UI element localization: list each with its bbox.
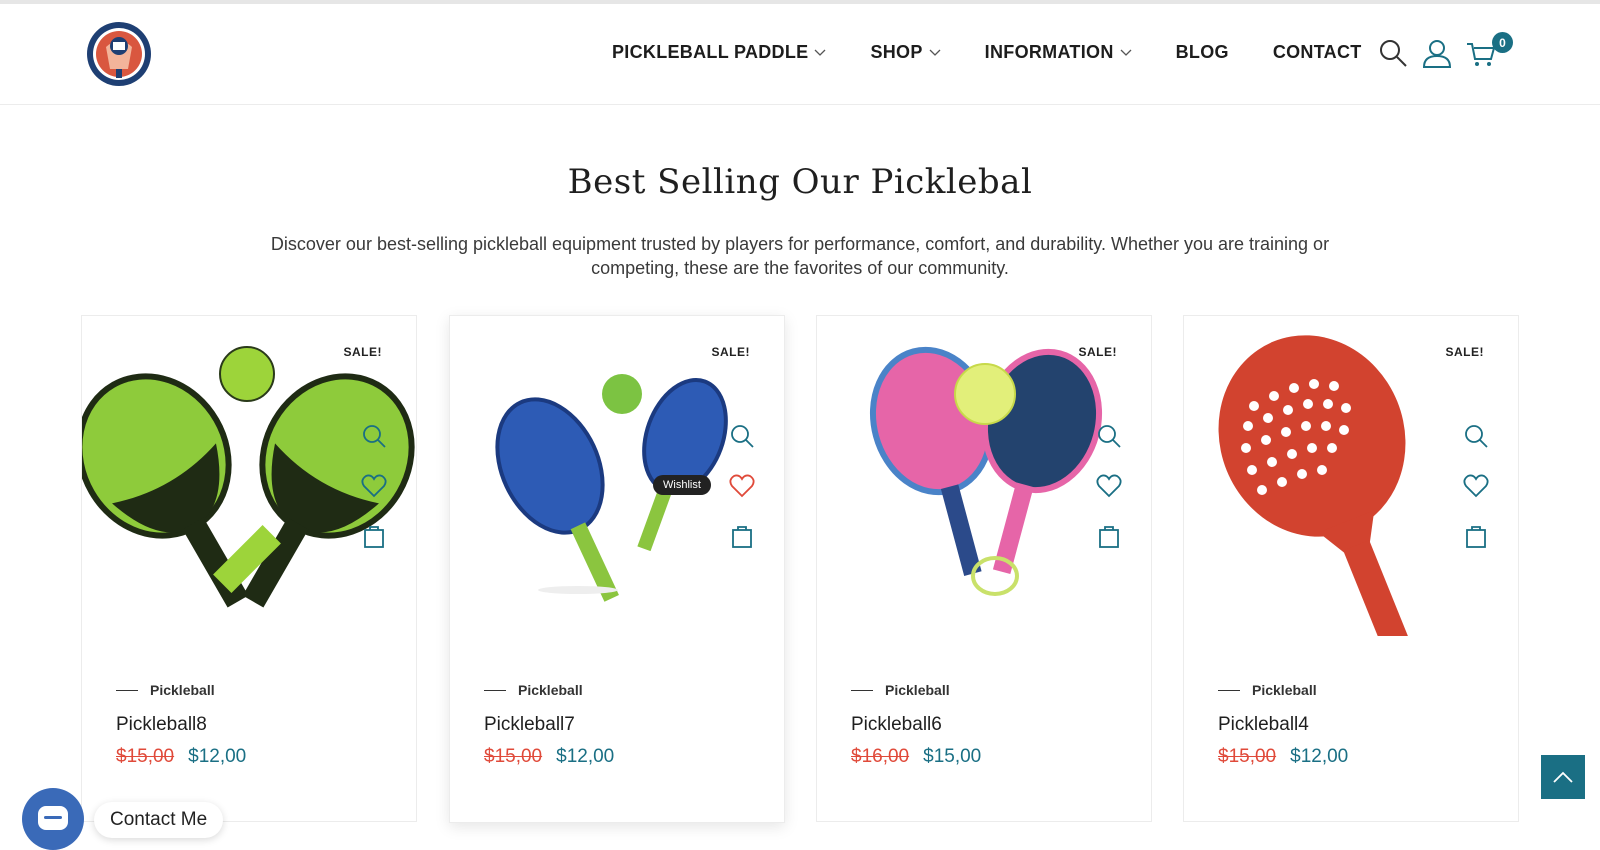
product-name[interactable]: Pickleball4: [1218, 714, 1309, 736]
sale-price: $12,00: [1290, 746, 1349, 767]
wishlist-heart-icon[interactable]: [1096, 473, 1122, 499]
category-dash: [1218, 689, 1240, 691]
chevron-down-icon: [1120, 49, 1132, 56]
chevron-down-icon: [929, 49, 941, 56]
category-dash: [116, 689, 138, 691]
wishlist-heart-icon[interactable]: [361, 473, 387, 499]
chat-icon: [38, 806, 68, 830]
product-price: $16,00 $15,00: [851, 746, 981, 768]
product-name[interactable]: Pickleball8: [116, 714, 207, 736]
user-icon[interactable]: [1422, 38, 1452, 68]
product-price: $15,00 $12,00: [484, 746, 614, 768]
product-category: Pickleball: [484, 682, 583, 698]
product-actions: Wishlist: [653, 423, 755, 573]
sale-price: $12,00: [188, 746, 247, 767]
old-price: $15,00: [484, 746, 543, 767]
product-actions: [1463, 423, 1489, 573]
contact-me-label[interactable]: Contact Me: [94, 802, 224, 838]
site-logo[interactable]: [86, 21, 152, 87]
category-label[interactable]: Pickleball: [518, 682, 583, 698]
nav-pickleball-paddle[interactable]: PICKLEBALL PADDLE: [612, 42, 826, 63]
add-to-cart-bag-icon[interactable]: [729, 523, 755, 549]
wishlist-heart-icon[interactable]: [1463, 473, 1489, 499]
nav-shop[interactable]: SHOP: [870, 42, 941, 63]
category-label[interactable]: Pickleball: [150, 682, 215, 698]
nav-label: SHOP: [870, 42, 923, 62]
product-actions: [1096, 423, 1122, 573]
old-price: $15,00: [1218, 746, 1277, 767]
wishlist-tooltip: Wishlist: [653, 475, 711, 495]
nav-label: BLOG: [1175, 42, 1229, 62]
nav-blog[interactable]: BLOG: [1176, 42, 1229, 63]
add-to-cart-bag-icon[interactable]: [1096, 523, 1122, 549]
nav-label: PICKLEBALL PADDLE: [612, 42, 809, 62]
quick-view-icon[interactable]: [729, 423, 755, 449]
section-description: Discover our best-selling pickleball equ…: [270, 234, 1330, 278]
category-dash: [851, 689, 873, 691]
nav-information[interactable]: INFORMATION: [985, 42, 1132, 63]
chevron-up-icon: [1553, 771, 1573, 783]
product-category: Pickleball: [851, 682, 950, 698]
wishlist-wrapper: Wishlist: [653, 473, 755, 523]
product-price: $15,00 $12,00: [1218, 746, 1348, 768]
quick-view-icon[interactable]: [1463, 423, 1489, 449]
old-price: $16,00: [851, 746, 910, 767]
product-category: Pickleball: [116, 682, 215, 698]
product-name[interactable]: Pickleball7: [484, 714, 575, 736]
section-title: Best Selling Our Picklebal: [567, 162, 1033, 202]
quick-view-icon[interactable]: [1096, 423, 1122, 449]
product-category: Pickleball: [1218, 682, 1317, 698]
nav-contact[interactable]: CONTACT: [1273, 42, 1362, 63]
search-icon[interactable]: [1378, 38, 1408, 68]
cart-button[interactable]: 0: [1466, 32, 1513, 68]
product-card[interactable]: SALE! Wishlist Pickleball Pickleball7 $1…: [449, 315, 785, 823]
header-icons: 0: [1378, 32, 1513, 68]
cart-count-badge: 0: [1492, 32, 1513, 53]
nav-label: INFORMATION: [984, 42, 1114, 62]
old-price: $15,00: [116, 746, 175, 767]
category-dash: [484, 689, 506, 691]
sale-price: $12,00: [556, 746, 615, 767]
product-name[interactable]: Pickleball6: [851, 714, 942, 736]
quick-view-icon[interactable]: [361, 423, 387, 449]
wishlist-heart-icon[interactable]: [729, 473, 755, 499]
site-header: PICKLEBALL PADDLE SHOP INFORMATION BLOG …: [0, 4, 1600, 105]
category-label[interactable]: Pickleball: [885, 682, 950, 698]
back-to-top-button[interactable]: [1541, 755, 1585, 799]
product-card[interactable]: SALE! Pickleball Pickleball6 $16,00 $15,0…: [816, 315, 1152, 822]
product-actions: [361, 423, 387, 573]
product-card[interactable]: SALE! Pickleball Pickleball8 $15,00 $12,0…: [81, 315, 417, 822]
add-to-cart-bag-icon[interactable]: [361, 523, 387, 549]
main-nav: PICKLEBALL PADDLE SHOP INFORMATION BLOG …: [612, 42, 1406, 63]
product-card[interactable]: SALE! Pickleball Pickleball4 $15,00 $12,0…: [1183, 315, 1519, 822]
chevron-down-icon: [814, 49, 826, 56]
product-price: $15,00 $12,00: [116, 746, 246, 768]
category-label[interactable]: Pickleball: [1252, 682, 1317, 698]
chat-widget-button[interactable]: [22, 788, 84, 850]
nav-label: CONTACT: [1272, 42, 1362, 62]
add-to-cart-bag-icon[interactable]: [1463, 523, 1489, 549]
sale-price: $15,00: [923, 746, 982, 767]
